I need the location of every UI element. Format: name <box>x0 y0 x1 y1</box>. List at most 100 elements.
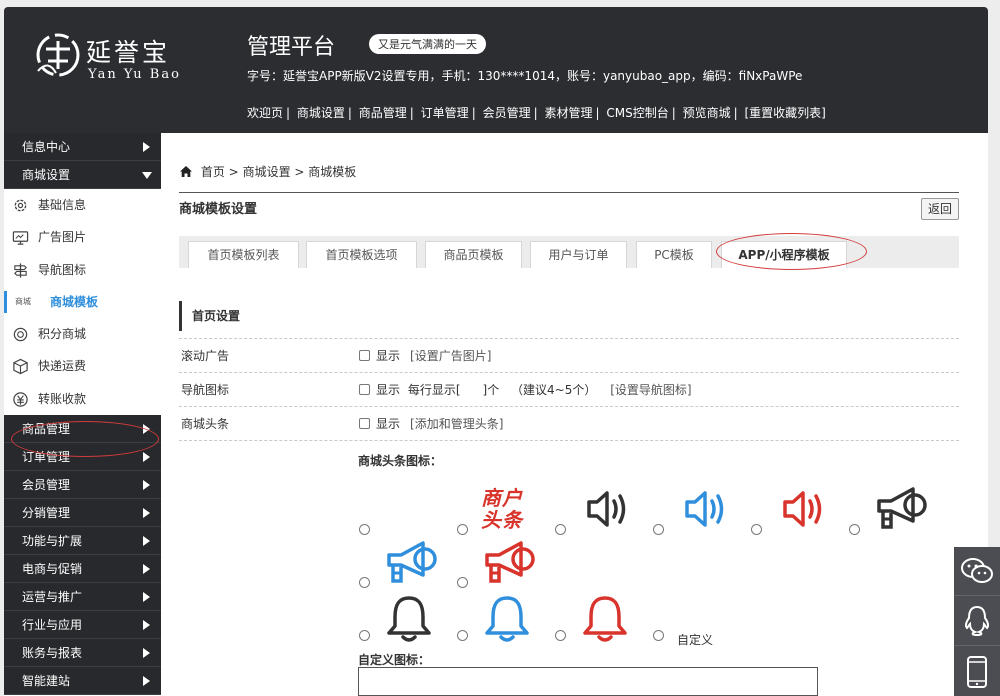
breadcrumb-home[interactable]: 首页 <box>201 165 225 179</box>
custom-icon-input[interactable] <box>358 667 818 696</box>
sidebar-item-transfer[interactable]: 转账收款 <box>4 382 161 416</box>
floating-contact-bar <box>954 547 1000 696</box>
sidebar-item-label: 积分商城 <box>38 327 87 342</box>
sidebar-item-nav-icons[interactable]: 导航图标 <box>4 253 161 286</box>
caret-right-icon <box>143 452 150 463</box>
megaphone-blue-icon <box>387 541 437 583</box>
account-info: 字号：延誉宝APP新版V2设置专用，手机：130****1014，账号：yany… <box>247 69 803 83</box>
nav-welcome[interactable]: 欢迎页 <box>247 106 283 120</box>
nav-orders[interactable]: 订单管理 <box>421 106 469 120</box>
nav-cms[interactable]: CMS控制台 <box>606 106 668 120</box>
show-checkbox[interactable] <box>359 350 370 361</box>
sidebar-item-ad-images[interactable]: 广告图片 <box>4 221 161 254</box>
icon-radio-3[interactable] <box>555 524 566 535</box>
wechat-button[interactable] <box>954 547 1000 596</box>
points-icon <box>13 327 28 342</box>
qq-icon <box>964 605 990 637</box>
home-icon[interactable] <box>179 165 193 178</box>
breadcrumb-level1[interactable]: 商城设置 <box>243 165 291 179</box>
sidebar-menu-accounts[interactable]: 账务与报表 <box>4 639 161 668</box>
caret-down-icon <box>142 172 152 179</box>
show-checkbox[interactable] <box>359 384 370 395</box>
nav-preview[interactable]: 预览商城 <box>683 106 731 120</box>
icon-radio-10[interactable] <box>457 630 468 641</box>
tab-product-template[interactable]: 商品页模板 <box>425 241 522 268</box>
tab-home-template-list[interactable]: 首页模板列表 <box>188 241 299 268</box>
show-checkbox[interactable] <box>359 418 370 429</box>
icon-radio-11[interactable] <box>555 630 566 641</box>
logo-seal-icon <box>36 33 80 77</box>
caret-right-icon <box>143 142 150 152</box>
icon-radio-2[interactable] <box>457 524 468 535</box>
nav-products[interactable]: 商品管理 <box>359 106 407 120</box>
caret-right-icon <box>143 620 150 631</box>
icon-radio-5[interactable] <box>751 524 762 535</box>
menu-label: 账务与报表 <box>22 646 83 661</box>
icon-radio-1[interactable] <box>359 524 370 535</box>
nav-reset-favorites[interactable]: [重置收藏列表] <box>744 106 825 120</box>
icon-radio-6[interactable] <box>849 524 860 535</box>
nav-mall-settings[interactable]: 商城设置 <box>297 106 345 120</box>
section-heading: 首页设置 <box>179 301 959 331</box>
setting-row-headline: 商城头条 显示 [添加和管理头条] <box>179 406 959 440</box>
menu-label: 行业与应用 <box>22 618 83 633</box>
row-value: 显示 [添加和管理头条] <box>359 407 503 441</box>
sidebar-menu-features[interactable]: 功能与扩展 <box>4 527 161 556</box>
nav-members[interactable]: 会员管理 <box>483 106 531 120</box>
sidebar-item-points-mall[interactable]: 积分商城 <box>4 318 161 351</box>
menu-label: 分销管理 <box>22 506 71 521</box>
per-row-end: ]个 <box>482 383 500 397</box>
sidebar-menu-distribution[interactable]: 分销管理 <box>4 499 161 528</box>
breadcrumb-level2: 商城模板 <box>308 165 357 179</box>
sidebar-item-basic-info[interactable]: 基础信息 <box>4 189 161 222</box>
navigation-icon <box>14 263 27 278</box>
sidebar: 信息中心 商城设置 基础信息 广告图片 导航图标 商城 商城模板 积分商城 快递… <box>4 133 161 696</box>
tab-pc-template[interactable]: PC模板 <box>636 241 712 268</box>
caret-right-icon <box>143 508 150 519</box>
custom-radio-label: 自定义 <box>677 633 714 647</box>
icon-radio-4[interactable] <box>653 524 664 535</box>
tab-home-template-options[interactable]: 首页模板选项 <box>306 241 417 268</box>
speaker-red-icon <box>783 491 822 527</box>
menu-label: 信息中心 <box>22 140 71 154</box>
icon-radio-8[interactable] <box>457 577 468 588</box>
top-nav: 欢迎页 | 商城设置 | 商品管理 | 订单管理 | 会员管理 | 素材管理 | CMS控制… <box>247 106 826 120</box>
brand-logo[interactable]: 延誉宝 Yan Yu Bao <box>32 29 212 89</box>
top-header: 延誉宝 Yan Yu Bao 管理平台 又是元气满满的一天 字号：延誉宝APP新… <box>4 7 988 133</box>
setting-row-nav-icons: 导航图标 显示 每行显示[]个 （建议4~5个） [设置导航图标] <box>179 372 959 406</box>
sidebar-menu-ecommerce[interactable]: 电商与促销 <box>4 555 161 584</box>
nav-materials[interactable]: 素材管理 <box>544 106 592 120</box>
icon-radio-9[interactable] <box>359 630 370 641</box>
wechat-icon <box>961 558 993 583</box>
caret-right-icon <box>143 480 150 491</box>
sidebar-menu-members[interactable]: 会员管理 <box>4 471 161 500</box>
sidebar-menu-marketing[interactable]: 运营与推广 <box>4 583 161 612</box>
sidebar-item-shipping[interactable]: 快递运费 <box>4 350 161 383</box>
merchant-headline-text: 商户头条 <box>481 486 523 532</box>
icon-radio-custom[interactable] <box>653 630 664 641</box>
set-ad-images-link[interactable]: [设置广告图片] <box>410 349 491 363</box>
mobile-button[interactable] <box>954 647 1000 696</box>
sidebar-item-mall-template[interactable]: 商城 商城模板 <box>4 285 161 319</box>
sidebar-menu-industry[interactable]: 行业与应用 <box>4 611 161 640</box>
back-button[interactable]: 返回 <box>920 198 959 220</box>
set-nav-icons-link[interactable]: [设置导航图标] <box>610 383 691 397</box>
icon-radio-7[interactable] <box>359 577 370 588</box>
speaker-blue-icon <box>685 491 724 527</box>
menu-label: 商城设置 <box>22 168 71 182</box>
breadcrumb-sep: > <box>294 165 305 179</box>
monitor-icon <box>12 231 29 246</box>
sidebar-item-label: 基础信息 <box>38 198 87 212</box>
sidebar-item-label: 广告图片 <box>38 230 87 245</box>
manage-headlines-link[interactable]: [添加和管理头条] <box>410 417 503 431</box>
sidebar-menu-site-builder[interactable]: 智能建站 <box>4 667 161 696</box>
sidebar-menu-info-center[interactable]: 信息中心 <box>4 133 161 161</box>
logo-text-cn: 延誉宝 <box>86 38 171 67</box>
setting-row-scroll-ad: 滚动广告 显示 [设置广告图片] <box>179 338 959 372</box>
headline-icons-title: 商城头条图标： <box>358 454 443 468</box>
page-title-text: 商城模板设置 <box>179 202 258 217</box>
megaphone-red-icon <box>485 541 535 583</box>
sidebar-menu-mall-settings[interactable]: 商城设置 <box>4 161 161 189</box>
tab-user-orders[interactable]: 用户与订单 <box>530 241 627 268</box>
qq-button[interactable] <box>954 597 1000 646</box>
